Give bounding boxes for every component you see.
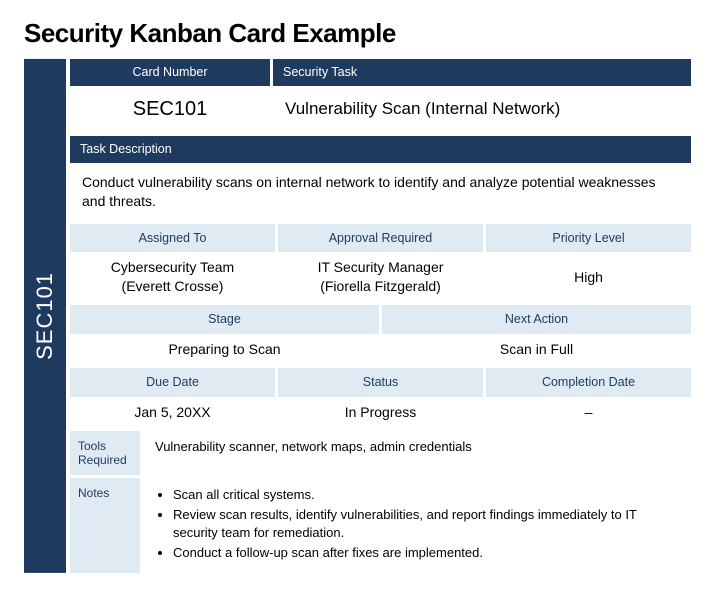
- value-task-description: Conduct vulnerability scans on internal …: [70, 163, 691, 221]
- label-tools-required: Tools Required: [70, 431, 140, 475]
- header-completion-date: Completion Date: [486, 368, 691, 397]
- notes-item: Conduct a follow-up scan after fixes are…: [173, 544, 679, 562]
- header-approval-required: Approval Required: [278, 224, 483, 253]
- kanban-card: SEC101 Card Number Security Task SEC101 …: [24, 59, 691, 573]
- header-stage: Stage: [70, 305, 379, 334]
- assigned-to-line2: (Everett Crosse): [80, 277, 265, 296]
- approval-line2: (Fiorella Fitzgerald): [288, 277, 473, 296]
- header-card-number-label: Card Number: [70, 59, 270, 86]
- page-title: Security Kanban Card Example: [24, 18, 691, 49]
- value-status: In Progress: [278, 397, 483, 428]
- label-notes: Notes: [70, 478, 140, 573]
- value-tools-required: Vulnerability scanner, network maps, adm…: [143, 431, 691, 475]
- header-assigned-to: Assigned To: [70, 224, 275, 253]
- header-task-description: Task Description: [70, 136, 691, 163]
- value-stage: Preparing to Scan: [70, 334, 379, 365]
- approval-line1: IT Security Manager: [288, 258, 473, 277]
- value-approval-required: IT Security Manager (Fiorella Fitzgerald…: [278, 252, 483, 302]
- assigned-to-line1: Cybersecurity Team: [80, 258, 265, 277]
- header-next-action: Next Action: [382, 305, 691, 334]
- side-tab-card-id: SEC101: [24, 59, 66, 573]
- value-assigned-to: Cybersecurity Team (Everett Crosse): [70, 252, 275, 302]
- header-due-date: Due Date: [70, 368, 275, 397]
- value-security-task: Vulnerability Scan (Internal Network): [273, 86, 691, 133]
- value-due-date: Jan 5, 20XX: [70, 397, 275, 428]
- value-card-number: SEC101: [70, 86, 270, 133]
- value-next-action: Scan in Full: [382, 334, 691, 365]
- card-body: Card Number Security Task SEC101 Vulnera…: [70, 59, 691, 573]
- notes-item: Scan all critical systems.: [173, 486, 679, 504]
- header-status: Status: [278, 368, 483, 397]
- notes-item: Review scan results, identify vulnerabil…: [173, 506, 679, 541]
- value-notes: Scan all critical systems. Review scan re…: [143, 478, 691, 573]
- header-priority-level: Priority Level: [486, 224, 691, 253]
- value-priority: High: [486, 252, 691, 302]
- value-completion-date: –: [486, 397, 691, 428]
- header-security-task-label: Security Task: [273, 59, 691, 86]
